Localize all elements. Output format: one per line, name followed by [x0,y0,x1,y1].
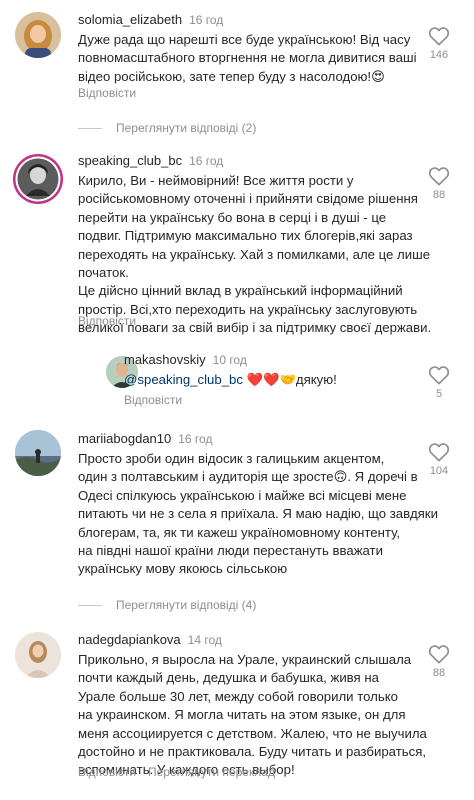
avatar-photo [15,632,61,678]
timestamp: 16 год [178,432,213,446]
avatar-photo [13,154,63,204]
timestamp: 16 год [189,13,224,27]
like-count: 5 [435,388,443,400]
avatar[interactable] [13,154,63,204]
like-count: 88 [432,667,446,679]
username[interactable]: makashovskiy [124,352,206,367]
reply-button[interactable]: Відповісти [124,393,182,407]
avatar[interactable] [15,12,61,58]
comment-text: Кирило, Ви - неймовірний! Все життя рост… [78,173,432,336]
comment-text: Прикольно, я выросла на Урале, украински… [78,652,427,778]
heart-icon[interactable] [428,166,450,186]
heart-icon[interactable] [428,644,450,664]
like-count: 104 [429,465,449,477]
timestamp: 16 год [189,154,224,168]
heart-icon[interactable] [428,365,450,385]
avatar-photo [15,430,61,476]
comment-text: @speaking_club_bc ❤️❤️🤝дякую! [124,372,337,387]
reply-button[interactable]: Відповісти [78,314,136,328]
view-replies-button[interactable]: Переглянути відповіді (4) [78,598,256,612]
avatar[interactable] [15,632,61,678]
see-translation-button[interactable]: Переглянути переклад [148,765,275,779]
mention-link[interactable]: @speaking_club_bc [124,372,243,387]
avatar[interactable] [15,430,61,476]
heart-icon[interactable] [428,26,450,46]
divider [78,604,102,606]
reply-button[interactable]: Відповісти [78,86,136,100]
divider [78,127,102,129]
comment-text: Дуже рада що нарешті все буде українсько… [78,32,417,84]
comment-header: nadegdapiankova 14 год [78,632,222,647]
username[interactable]: speaking_club_bc [78,153,182,168]
like-count: 146 [429,49,449,61]
comment-header: mariiabogdan10 16 год [78,431,212,446]
like-count: 88 [432,189,446,201]
timestamp: 10 год [212,353,247,367]
username[interactable]: mariiabogdan10 [78,431,171,446]
comment-header: solomia_elizabeth 16 год [78,12,223,27]
username[interactable]: nadegdapiankova [78,632,181,647]
avatar-photo [15,12,61,58]
timestamp: 14 год [187,633,222,647]
comment-text: Просто зроби один відосик з галицьким ак… [78,451,438,577]
view-replies-button[interactable]: Переглянути відповіді (2) [78,121,256,135]
comment-header: makashovskiy 10 год [124,352,247,367]
username[interactable]: solomia_elizabeth [78,12,182,27]
heart-icon[interactable] [428,442,450,462]
reply-button[interactable]: Відповісти [78,765,136,779]
comment-header: speaking_club_bc 16 год [78,153,223,168]
